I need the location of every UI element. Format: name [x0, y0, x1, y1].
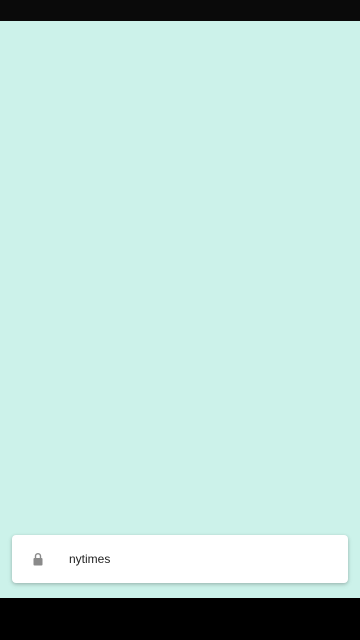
- lock-icon: [33, 552, 43, 566]
- site-info-bar[interactable]: nytimes: [12, 535, 348, 583]
- navigation-bar: [0, 598, 360, 640]
- page-content: [0, 21, 360, 598]
- site-name-label: nytimes: [69, 552, 111, 566]
- screen: nytimes: [0, 0, 360, 640]
- status-bar: [0, 0, 360, 21]
